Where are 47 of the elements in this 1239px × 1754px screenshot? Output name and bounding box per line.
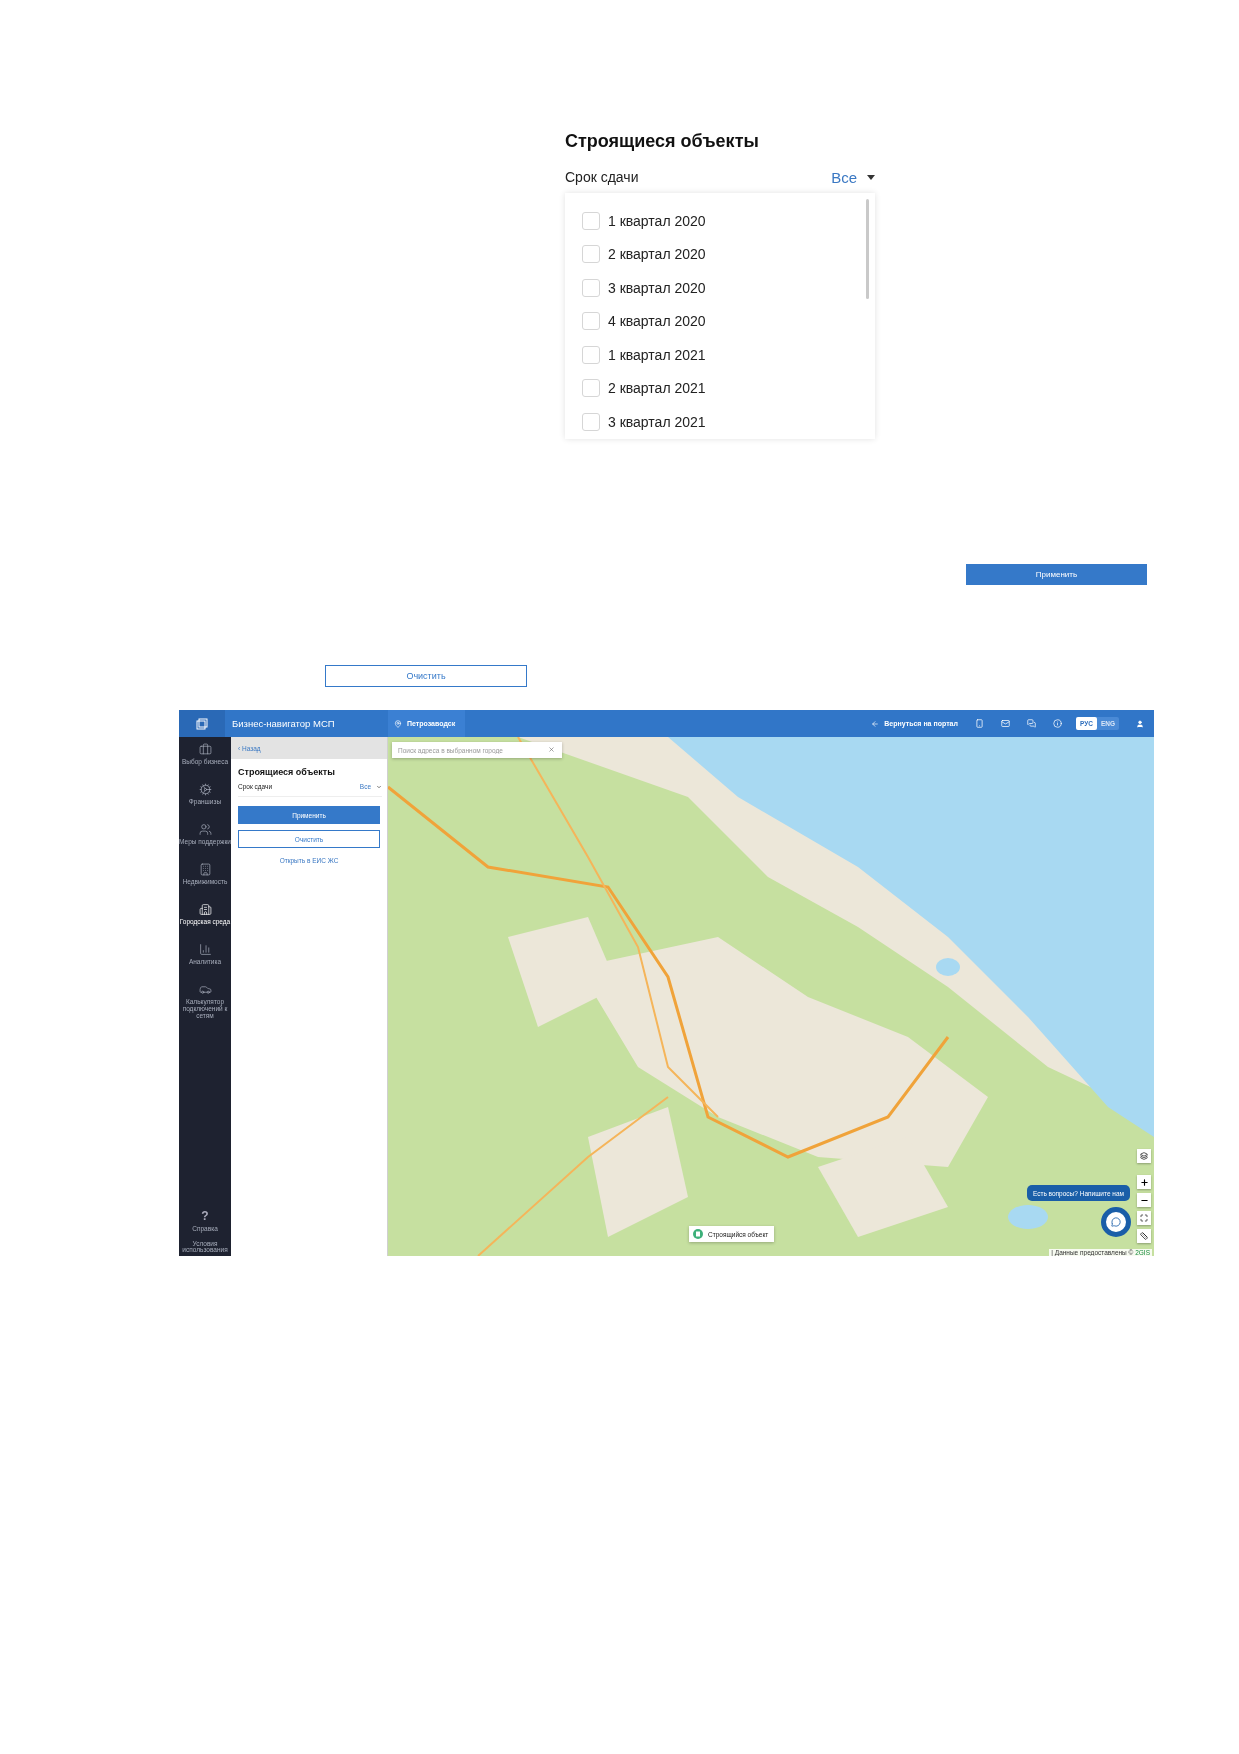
user-icon[interactable]	[1136, 719, 1144, 728]
option-label: 3 квартал 2020	[608, 279, 706, 296]
phone-icon[interactable]	[974, 719, 984, 728]
option-label: 3 квартал 2021	[608, 413, 706, 430]
option-label: 2 квартал 2020	[608, 246, 706, 263]
zoom-in-button[interactable]	[1137, 1175, 1151, 1189]
checkbox[interactable]	[582, 278, 600, 297]
dropdown-value[interactable]: Все	[831, 168, 857, 186]
field-label: Срок сдачи	[565, 169, 639, 185]
speech-bubble-icon	[1111, 1217, 1121, 1227]
nav-icon[interactable]	[198, 743, 212, 756]
apply-button[interactable]: Применить	[966, 564, 1147, 585]
nav-icon[interactable]	[198, 903, 212, 916]
info-icon[interactable]	[1052, 719, 1062, 728]
ruler-button[interactable]	[1137, 1229, 1151, 1243]
option-label: 2 квартал 2021	[608, 380, 706, 397]
close-icon[interactable]	[548, 746, 555, 753]
nav-icon[interactable]	[198, 983, 212, 996]
layers-icon	[1140, 1152, 1148, 1160]
checkbox[interactable]	[582, 211, 600, 230]
chat-icon[interactable]	[1026, 719, 1036, 728]
option-label: 1 квартал 2021	[608, 346, 706, 363]
arrow-left-icon	[871, 719, 880, 728]
nav-icon[interactable]	[198, 823, 212, 836]
nav-icon[interactable]	[198, 783, 212, 796]
panel-title: Строящиеся объекты	[238, 767, 336, 777]
caret-icon[interactable]	[867, 174, 875, 180]
mail-icon[interactable]	[1000, 719, 1010, 728]
checkbox[interactable]	[582, 245, 600, 264]
logo-icon[interactable]	[196, 717, 208, 730]
ruler-icon	[1140, 1232, 1148, 1240]
pin-icon	[394, 719, 402, 728]
building-marker-icon	[693, 1229, 703, 1239]
app-title: Бизнес-навигатор МСП	[232, 718, 336, 729]
zoom-out-button[interactable]	[1137, 1193, 1151, 1207]
fullscreen-icon	[1140, 1214, 1148, 1222]
layers-button[interactable]	[1137, 1149, 1151, 1163]
help-icon[interactable]: ?	[201, 1208, 209, 1223]
checkbox[interactable]	[582, 379, 600, 398]
clear-button[interactable]: Очистить	[325, 665, 527, 687]
plus-icon	[1139, 1177, 1149, 1187]
section-title: Строящиеся объекты	[565, 131, 760, 152]
checkbox[interactable]	[582, 412, 600, 431]
checkbox[interactable]	[582, 345, 600, 364]
checkbox[interactable]	[582, 312, 600, 331]
option-label: 1 квартал 2020	[608, 212, 706, 229]
option-label: 4 квартал 2020	[608, 313, 706, 330]
